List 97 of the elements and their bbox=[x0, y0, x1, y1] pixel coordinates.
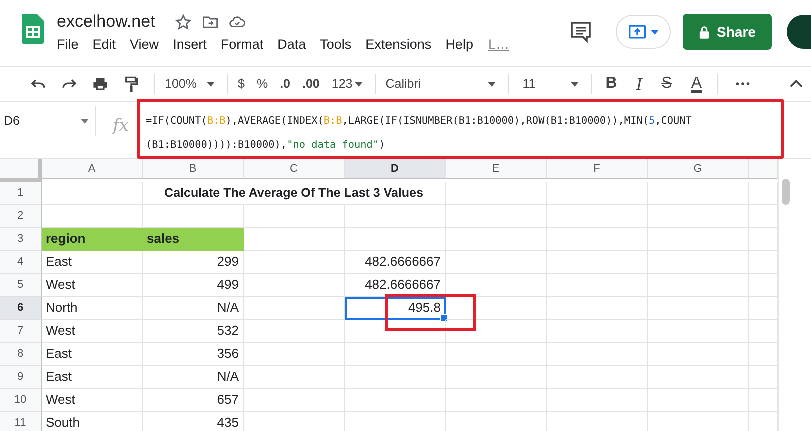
currency-format-button[interactable]: $ bbox=[238, 77, 245, 91]
menu-item[interactable]: Extensions bbox=[358, 37, 439, 52]
table-cell bbox=[749, 182, 778, 205]
column-header-cell: sales bbox=[143, 228, 244, 251]
column-header-cell: region bbox=[42, 228, 143, 251]
strikethrough-button[interactable]: S bbox=[662, 75, 672, 93]
caret-icon bbox=[650, 30, 658, 34]
table-cell: East bbox=[42, 366, 143, 389]
column-header[interactable]: G bbox=[648, 159, 749, 179]
column-header[interactable]: E bbox=[446, 159, 547, 179]
caret-icon bbox=[570, 82, 579, 86]
scrollbar-track[interactable] bbox=[778, 159, 792, 431]
table-cell bbox=[749, 366, 778, 389]
share-button[interactable]: Share bbox=[683, 14, 772, 50]
name-box[interactable]: D6 bbox=[0, 106, 96, 136]
zoom-dropdown[interactable]: 100% bbox=[165, 77, 215, 91]
column-header[interactable]: C bbox=[244, 159, 345, 179]
table-cell: N/A bbox=[143, 297, 244, 320]
table-cell bbox=[749, 274, 778, 297]
table-cell: West bbox=[42, 389, 143, 412]
row-header[interactable]: 4 bbox=[0, 251, 42, 274]
comment-icon[interactable] bbox=[570, 21, 592, 43]
lock-icon bbox=[699, 26, 710, 38]
table-cell bbox=[749, 320, 778, 343]
table-cell: East bbox=[42, 251, 143, 274]
menu-item[interactable]: Format bbox=[214, 37, 271, 52]
table-cell: 495.8 bbox=[345, 297, 446, 320]
table-cell: 499 bbox=[143, 274, 244, 297]
column-header[interactable]: F bbox=[547, 159, 648, 179]
row-header[interactable]: 1 bbox=[0, 182, 42, 205]
menu-item[interactable]: Tools bbox=[313, 37, 359, 52]
table-cell: South bbox=[42, 412, 143, 431]
table-cell: 299 bbox=[143, 251, 244, 274]
present-icon bbox=[628, 25, 646, 39]
row-header[interactable]: 2 bbox=[0, 205, 42, 228]
percent-format-button[interactable]: % bbox=[256, 77, 268, 91]
collapse-caret-icon[interactable] bbox=[790, 80, 803, 88]
last-edit-link[interactable]: L… bbox=[480, 37, 510, 52]
row-header[interactable]: 3 bbox=[0, 228, 42, 251]
increase-decimals-button[interactable]: .00 bbox=[302, 77, 320, 91]
table-cell: 482.6666667 bbox=[345, 251, 446, 274]
table-cell: N/A bbox=[143, 366, 244, 389]
document-title[interactable]: excelhow.net bbox=[57, 12, 156, 32]
table-cell bbox=[749, 228, 778, 251]
more-formats-dropdown[interactable]: 123 bbox=[332, 77, 363, 91]
table-cell: 435 bbox=[143, 412, 244, 431]
scrollbar-thumb[interactable] bbox=[782, 179, 790, 205]
table-cell bbox=[749, 205, 778, 228]
spreadsheet-logo-icon[interactable] bbox=[22, 14, 44, 44]
fx-label: fx bbox=[111, 115, 130, 138]
row-header[interactable]: 10 bbox=[0, 389, 42, 412]
more-icon[interactable] bbox=[736, 82, 750, 86]
formula-field[interactable]: =IF(COUNT(B:B),AVERAGE(INDEX(B:B,LARGE(IF(ISNUMBER(B1:B10000),ROW(B1:B10000)),MIN(5,COUNT (B1:B10000)))):B10000),"no data found") bbox=[146, 110, 692, 158]
row-header[interactable]: 7 bbox=[0, 320, 42, 343]
row-header[interactable]: 6 bbox=[0, 297, 42, 320]
table-cell: 532 bbox=[143, 320, 244, 343]
row-header[interactable]: 11 bbox=[0, 412, 42, 431]
table-cell bbox=[749, 389, 778, 412]
caret-icon bbox=[488, 82, 496, 86]
menu-item[interactable]: Help bbox=[438, 37, 480, 52]
cloud-icon[interactable] bbox=[229, 14, 246, 30]
column-header[interactable]: A bbox=[42, 159, 143, 179]
menu-item[interactable]: Data bbox=[270, 37, 314, 52]
row-header[interactable]: 9 bbox=[0, 366, 42, 389]
menu-item[interactable]: View bbox=[123, 37, 166, 52]
text-color-button[interactable]: A bbox=[691, 75, 702, 93]
row-header[interactable]: 8 bbox=[0, 343, 42, 366]
font-size-dropdown[interactable]: 11 bbox=[522, 77, 579, 91]
table-cell bbox=[749, 297, 778, 320]
table-cell bbox=[749, 343, 778, 366]
column-header[interactable]: D bbox=[345, 159, 446, 179]
folder-icon[interactable] bbox=[202, 14, 220, 30]
table-cell: East bbox=[42, 343, 143, 366]
row-header[interactable]: 5 bbox=[0, 274, 42, 297]
table-cell: 482.6666667 bbox=[345, 274, 446, 297]
paint-roller-icon[interactable] bbox=[123, 76, 140, 92]
present-button[interactable] bbox=[616, 15, 671, 49]
caret-icon bbox=[206, 82, 215, 86]
print-icon[interactable] bbox=[92, 76, 109, 92]
table-cell: North bbox=[42, 297, 143, 320]
menu-item[interactable]: Insert bbox=[166, 37, 214, 52]
italic-button[interactable]: I bbox=[636, 74, 643, 94]
table-cell: West bbox=[42, 274, 143, 297]
caret-icon bbox=[354, 82, 363, 86]
table-cell: 356 bbox=[143, 343, 244, 366]
menu-item[interactable]: Edit bbox=[86, 37, 124, 52]
table-cell bbox=[749, 251, 778, 274]
font-dropdown[interactable]: Calibri bbox=[386, 77, 496, 91]
table-cell: 657 bbox=[143, 389, 244, 412]
column-header[interactable]: B bbox=[143, 159, 244, 179]
decrease-decimals-button[interactable]: .0 bbox=[280, 77, 290, 91]
table-cell: West bbox=[42, 320, 143, 343]
menu-item[interactable]: File bbox=[57, 37, 86, 52]
bold-button[interactable]: B bbox=[606, 75, 618, 93]
star-icon[interactable] bbox=[175, 14, 192, 30]
sheet-title: Calculate The Average Of The Last 3 Values bbox=[143, 182, 446, 205]
caret-icon bbox=[81, 118, 89, 124]
